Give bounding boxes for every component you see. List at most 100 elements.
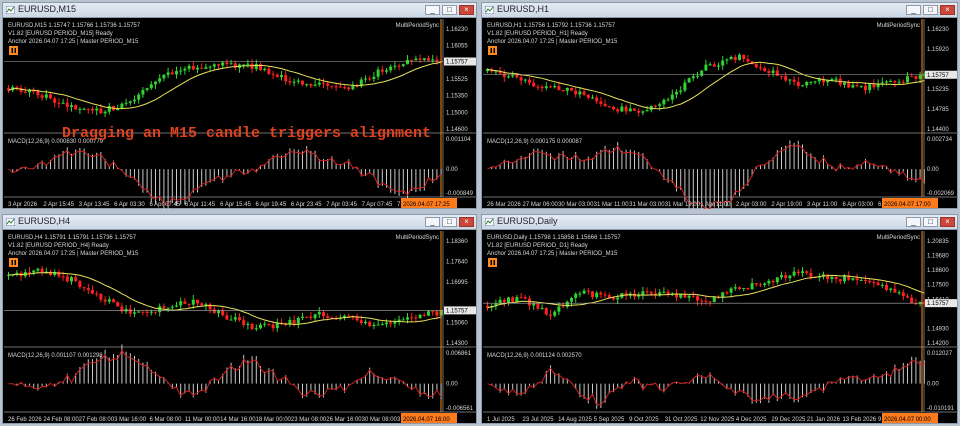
candle <box>565 87 569 91</box>
minimize-button[interactable]: _ <box>906 217 921 227</box>
price-scale-label: 1.14200 <box>927 341 949 347</box>
close-button[interactable]: × <box>940 5 955 15</box>
time-axis-label: 3 Apr 11:00 <box>807 202 838 208</box>
ea-badge-icon[interactable] <box>488 258 497 267</box>
candle <box>128 101 132 103</box>
price-chart[interactable]: EURUSD,H1 1.15756 1.15792 1.15736 1.1575… <box>483 19 958 209</box>
maximize-button[interactable]: □ <box>923 217 938 227</box>
candle <box>561 306 565 308</box>
time-axis-label: 2 Apr 19:00 <box>771 202 802 208</box>
candle <box>78 108 82 110</box>
candle <box>696 75 699 77</box>
candle <box>855 278 859 281</box>
candle <box>326 83 330 86</box>
candle <box>280 75 283 78</box>
time-axis-label: 24 Feb 08:00 <box>43 417 79 423</box>
candle <box>212 64 216 67</box>
current-price-label: 1.15757 <box>446 308 468 314</box>
candle <box>347 87 351 90</box>
time-axis-label: 14 Mar 16:00 <box>220 417 256 423</box>
candle <box>242 64 246 66</box>
close-button[interactable]: × <box>459 217 474 227</box>
candle <box>149 311 153 313</box>
candle <box>191 299 195 305</box>
time-axis-label: 6 Apr 23:45 <box>291 202 322 208</box>
price-chart[interactable]: EURUSD,Daily 1.15798 1.15858 1.15666 1.1… <box>483 231 958 424</box>
ea-badge-icon[interactable] <box>488 46 497 55</box>
candle <box>305 316 309 318</box>
candle <box>309 84 313 86</box>
indicator-name-label: MultiPeriodSync <box>877 23 920 29</box>
candle <box>364 321 367 324</box>
minimize-button[interactable]: _ <box>425 217 440 227</box>
candle <box>191 65 195 70</box>
chart-window-m15[interactable]: EURUSD,M15 _ □ × EURUSD,M15 1.15747 1.15766 … <box>2 2 477 209</box>
maximize-button[interactable]: □ <box>442 217 457 227</box>
minimize-button[interactable]: _ <box>906 5 921 15</box>
candle <box>376 69 380 77</box>
candle <box>796 271 800 274</box>
price-scale-label: 1.16995 <box>446 280 468 286</box>
title-bar[interactable]: EURUSD,H4 _ □ × <box>3 215 476 230</box>
candle <box>502 299 506 303</box>
candle <box>515 297 519 302</box>
candle <box>809 81 813 83</box>
candle <box>317 82 321 85</box>
ea-badge-icon[interactable] <box>9 46 18 55</box>
candle <box>738 54 741 61</box>
candle <box>208 66 212 68</box>
close-button[interactable]: × <box>459 5 474 15</box>
price-scale-label: 1.14600 <box>446 127 468 133</box>
time-axis-label: 30 Mar 08:00 <box>362 417 398 423</box>
time-axis-label: 7 Apr 07:45 <box>362 202 393 208</box>
close-button[interactable]: × <box>940 217 955 227</box>
candle <box>851 278 855 280</box>
candle <box>204 67 208 69</box>
candle <box>338 86 342 88</box>
candle <box>40 95 44 98</box>
chart-window-h4[interactable]: EURUSD,H4 _ □ × EURUSD,H4 1.15791 1.15791 1.… <box>2 214 477 424</box>
candle <box>771 280 775 283</box>
candle <box>788 275 792 279</box>
candle <box>74 105 78 110</box>
candle <box>578 91 582 95</box>
title-bar[interactable]: EURUSD,H1 _ □ × <box>482 3 957 18</box>
price-chart[interactable]: EURUSD,M15 1.15747 1.15766 1.15736 1.157… <box>4 19 477 209</box>
candle <box>637 110 641 113</box>
price-scale-label: 1.17640 <box>446 259 468 265</box>
candle <box>528 79 531 83</box>
candle <box>515 75 519 78</box>
current-price-label: 1.15757 <box>927 301 949 307</box>
title-bar[interactable]: EURUSD,Daily _ □ × <box>482 215 957 230</box>
price-scale-label: 1.14785 <box>927 107 949 113</box>
candle <box>511 297 515 302</box>
macd-scale-label: 0.001104 <box>446 137 471 143</box>
candle <box>519 297 523 299</box>
candle <box>418 314 422 319</box>
maximize-button[interactable]: □ <box>442 5 457 15</box>
ea-badge-icon[interactable] <box>9 258 18 267</box>
candle <box>380 324 384 326</box>
macd-histogram <box>12 145 442 209</box>
candle <box>107 299 111 302</box>
anchor-info-line: Anchor 2026.04.07 17:25 | Master PERIOD_… <box>8 251 139 257</box>
candle <box>838 279 842 282</box>
macd-scale-label: -0.010191 <box>927 406 955 412</box>
price-chart[interactable]: EURUSD,H4 1.15791 1.15791 1.15736 1.1575… <box>4 231 477 424</box>
candle <box>221 62 225 66</box>
candle <box>624 106 628 112</box>
candle <box>859 279 863 281</box>
minimize-button[interactable]: _ <box>425 5 440 15</box>
title-bar[interactable]: EURUSD,M15 _ □ × <box>3 3 476 18</box>
candle <box>292 81 296 83</box>
time-axis-label: 1 Jul 2025 <box>487 417 515 423</box>
candle <box>801 85 804 87</box>
maximize-button[interactable]: □ <box>923 5 938 15</box>
chart-window-h1[interactable]: EURUSD,H1 _ □ × EURUSD,H1 1.15756 1.15792 1.… <box>481 2 958 209</box>
candle <box>754 283 758 285</box>
candle <box>200 303 204 306</box>
candle <box>145 88 149 90</box>
candle <box>103 111 107 114</box>
candle <box>86 108 90 110</box>
chart-window-d1[interactable]: EURUSD,Daily _ □ × EURUSD,Daily 1.15798 1.15… <box>481 214 958 424</box>
